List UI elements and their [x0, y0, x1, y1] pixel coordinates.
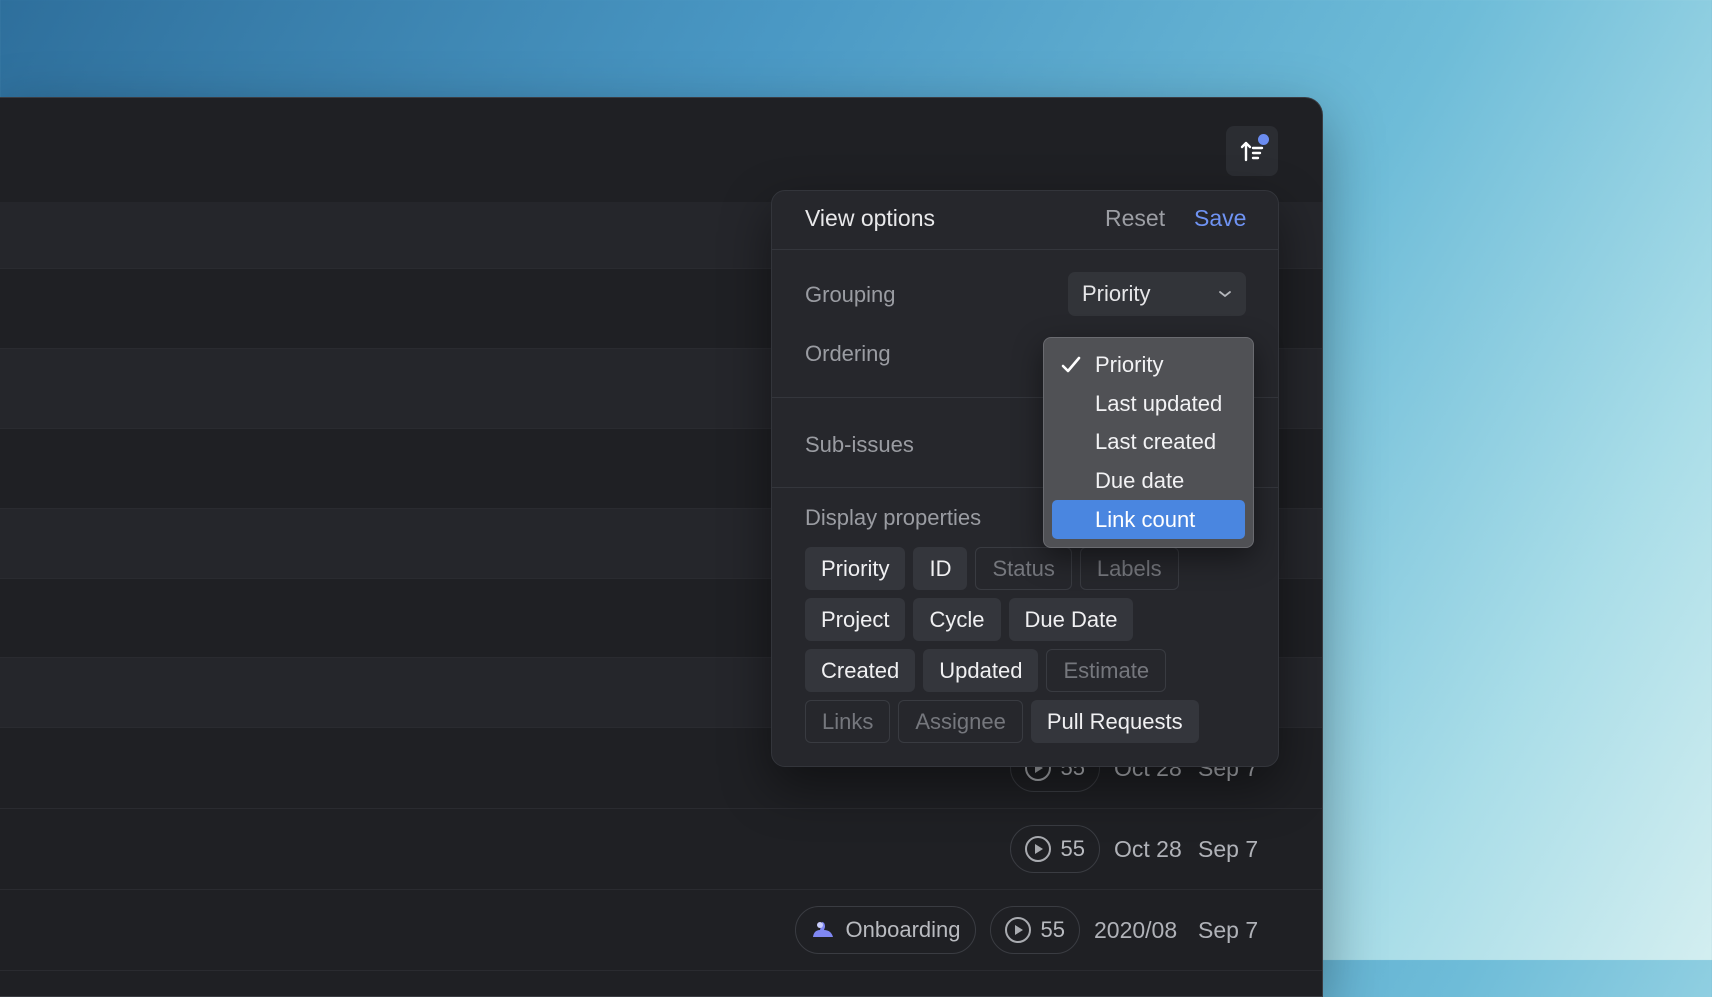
- project-name: Onboarding: [845, 917, 961, 942]
- cycle-chip[interactable]: 55: [989, 906, 1080, 954]
- play-circle-icon: [1024, 836, 1051, 862]
- property-toggle-estimate[interactable]: Estimate: [1046, 649, 1167, 692]
- property-toggle-status[interactable]: Status: [975, 547, 1072, 590]
- display-properties-label: Display properties: [805, 505, 982, 530]
- option-label: Due date: [1095, 468, 1185, 494]
- ordering-option-last-updated[interactable]: Last updated: [1052, 385, 1245, 424]
- property-toggle-updated[interactable]: Updated: [923, 649, 1039, 692]
- cycle-chip[interactable]: 55: [1009, 825, 1100, 873]
- created-date: 2020/08: [1094, 916, 1178, 943]
- property-toggle-pull-requests[interactable]: Pull Requests: [1030, 700, 1199, 743]
- option-label: Link count: [1095, 506, 1196, 532]
- top-bar: [0, 98, 1322, 203]
- save-button[interactable]: Save: [1194, 205, 1246, 232]
- property-toggle-project[interactable]: Project: [805, 598, 906, 641]
- option-label: Last updated: [1095, 390, 1223, 416]
- property-toggle-created[interactable]: Created: [805, 649, 916, 692]
- due-date: Sep 7: [1198, 916, 1259, 943]
- onboarding-project-icon: [812, 922, 833, 937]
- view-options-button[interactable]: [1226, 126, 1278, 176]
- sub-issues-label: Sub-issues: [805, 432, 914, 457]
- cycle-count: 55: [1040, 917, 1065, 942]
- grouping-value: Priority: [1082, 281, 1151, 306]
- grouping-select[interactable]: Priority: [1068, 272, 1246, 316]
- chevron-down-icon: [1219, 291, 1231, 298]
- project-chip[interactable]: Onboarding: [794, 906, 976, 954]
- ordering-label: Ordering: [805, 341, 891, 366]
- ordering-option-priority[interactable]: Priority: [1052, 346, 1245, 385]
- ordering-option-last-created[interactable]: Last created: [1052, 423, 1245, 462]
- property-toggle-cycle[interactable]: Cycle: [913, 598, 1001, 641]
- grouping-label: Grouping: [805, 282, 896, 307]
- popover-header: View options Reset Save: [772, 191, 1278, 250]
- due-date: Sep 7: [1198, 835, 1259, 862]
- cycle-count: 55: [1060, 836, 1085, 861]
- play-circle-icon: [1004, 917, 1031, 943]
- property-toggle-labels[interactable]: Labels: [1079, 547, 1179, 590]
- table-row[interactable]: Onboarding 55 2020/08 Sep 7: [0, 890, 1322, 971]
- ordering-option-due-date[interactable]: Due date: [1052, 462, 1245, 501]
- notification-dot: [1258, 134, 1269, 145]
- option-label: Priority: [1095, 352, 1164, 378]
- ordering-option-link-count[interactable]: Link count: [1052, 500, 1245, 539]
- table-row[interactable]: 55 Oct 28 Sep 7: [0, 809, 1322, 890]
- reset-button[interactable]: Reset: [1105, 205, 1165, 232]
- checkmark-icon: [1061, 356, 1081, 373]
- ordering-dropdown-menu: Priority Last updated Last created Due d…: [1043, 337, 1254, 548]
- option-label: Last created: [1095, 429, 1217, 455]
- property-toggle-due-date[interactable]: Due Date: [1008, 598, 1134, 641]
- display-properties-list: Priority ID Status Labels Project Cycle …: [805, 547, 1255, 751]
- property-toggle-priority[interactable]: Priority: [805, 547, 906, 590]
- property-toggle-id[interactable]: ID: [913, 547, 968, 590]
- property-toggle-links[interactable]: Links: [805, 700, 891, 743]
- popover-title: View options: [805, 205, 935, 231]
- property-toggle-assignee[interactable]: Assignee: [898, 700, 1023, 743]
- created-date: Oct 28: [1114, 835, 1182, 862]
